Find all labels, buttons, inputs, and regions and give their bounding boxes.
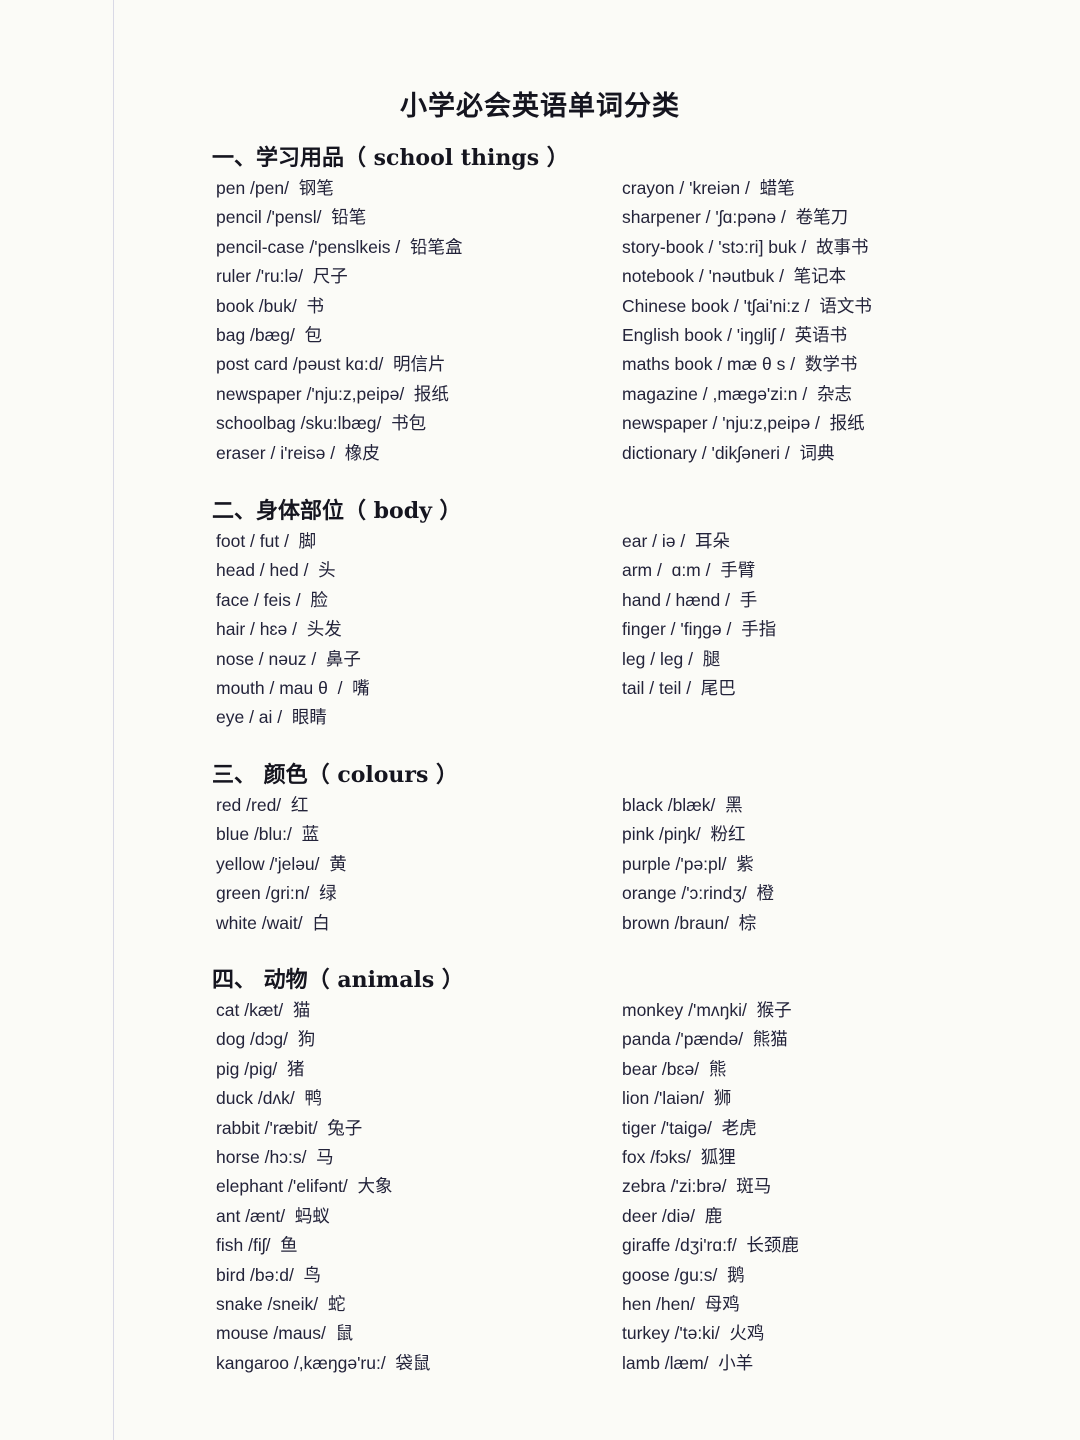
word-entry: ruler /'ru:lə/ 尺子	[216, 266, 348, 287]
word-entry: giraffe /dʒi'rɑ:f/ 长颈鹿	[622, 1235, 799, 1256]
word-entry: schoolbag /sku:lbæg/ 书包	[216, 413, 427, 434]
word-entry: fox /fɔks/ 狐狸	[622, 1147, 736, 1168]
section-column-left: red /red/ 红 blue /blu:/ 蓝 yellow /'jeləu…	[216, 791, 616, 938]
word-entry: pig /pig/ 猪	[216, 1058, 305, 1079]
word-entry: ant /ænt/ 蚂蚁	[216, 1205, 330, 1226]
page-title: 小学必会英语单词分类	[400, 91, 680, 122]
word-entry: maths book / mæ θ s / 数学书	[622, 354, 858, 375]
word-entry: newspaper /'nju:z,peipə/ 报纸	[216, 383, 449, 404]
section-column-right: crayon / 'kreiən / 蜡笔 sharpener / 'ʃɑ:pə…	[622, 174, 1022, 468]
left-margin-rule	[113, 0, 114, 1440]
word-entry: yellow /'jeləu/ 黄	[216, 853, 347, 874]
word-entry: bag /bæg/ 包	[216, 325, 323, 346]
word-entry: pen /pen/ 钢笔	[216, 178, 334, 198]
word-entry: magazine / ,mægə'zi:n / 杂志	[622, 383, 852, 404]
word-entry: duck /dʌk/ 鸭	[216, 1088, 323, 1109]
word-entry: red /red/ 红	[216, 795, 309, 815]
section-column-right: monkey /'mʌŋki/ 猴子 panda /'pændə/ 熊猫 bea…	[622, 996, 1022, 1378]
word-entry: lamb /læm/ 小羊	[622, 1352, 754, 1373]
word-entry: newspaper / 'nju:z,peipə / 报纸	[622, 413, 865, 434]
section-column-left: cat /kæt/ 猫 dog /dɔg/ 狗 pig /pig/ 猪 duck…	[216, 996, 616, 1378]
word-entry: lion /'laiən/ 狮	[622, 1088, 732, 1109]
word-entry: hand / hænd / 手	[622, 589, 758, 610]
word-entry: blue /blu:/ 蓝	[216, 824, 320, 845]
word-entry: nose / nəuz / 鼻子	[216, 648, 361, 669]
document-page: 小学必会英语单词分类 一、学习用品（ school things ） pen /…	[0, 0, 1080, 1440]
word-entry: rabbit /'ræbit/ 兔子	[216, 1117, 363, 1138]
word-entry: cat /kæt/ 猫	[216, 1000, 311, 1020]
word-entry: story-book / 'stɔ:ri] buk / 故事书	[622, 236, 869, 257]
word-entry: goose /gu:s/ 鹅	[622, 1264, 745, 1285]
section-heading: 二、身体部位（ body ）	[212, 498, 462, 524]
word-entry: purple /'pə:pl/ 紫	[622, 853, 754, 874]
word-entry: panda /'pændə/ 熊猫	[622, 1029, 788, 1050]
section-heading: 一、学习用品（ school things ）	[212, 145, 569, 171]
word-entry: mouth / mau θ / 嘴	[216, 678, 370, 699]
section-column-left: foot / fut / 脚 head / hed / 头 face / fei…	[216, 527, 616, 733]
word-entry: mouse /maus/ 鼠	[216, 1323, 354, 1344]
word-entry: monkey /'mʌŋki/ 猴子	[622, 1000, 792, 1020]
word-entry: tiger /'taigə/ 老虎	[622, 1117, 757, 1138]
word-entry: turkey /'tə:ki/ 火鸡	[622, 1323, 765, 1344]
word-entry: bear /bɛə/ 熊	[622, 1058, 727, 1079]
word-entry: deer /diə/ 鹿	[622, 1205, 723, 1226]
word-entry: bird /bə:d/ 鸟	[216, 1264, 322, 1285]
word-entry: notebook / 'nəutbuk / 笔记本	[622, 266, 847, 287]
word-entry: orange /'ɔ:rindʒ/ 橙	[622, 883, 774, 904]
word-entry: arm / ɑ:m / 手臂	[622, 560, 756, 581]
word-entry: green /gri:n/ 绿	[216, 883, 337, 904]
section-column-right: black /blæk/ 黑 pink /piŋk/ 粉红 purple /'p…	[622, 791, 1022, 938]
word-entry: eye / ai / 眼睛	[216, 707, 327, 728]
word-entry: dictionary / 'dikʃəneri / 词典	[622, 442, 835, 463]
word-entry: pencil-case /'penslkeis / 铅笔盒	[216, 236, 463, 257]
word-entry: eraser / i'reisə / 橡皮	[216, 442, 380, 463]
word-entry: tail / teil / 尾巴	[622, 678, 736, 699]
section-heading: 三、 颜色（ colours ）	[212, 762, 459, 788]
word-entry: sharpener / 'ʃɑ:pənə / 卷笔刀	[622, 207, 849, 228]
word-entry: pink /piŋk/ 粉红	[622, 824, 746, 845]
section-heading: 四、 动物（ animals ）	[212, 967, 464, 993]
word-entry: head / hed / 头	[216, 560, 336, 581]
word-entry: fish /fiʃ/ 鱼	[216, 1235, 298, 1256]
word-entry: foot / fut / 脚	[216, 531, 317, 551]
word-entry: brown /braun/ 棕	[622, 912, 757, 933]
word-entry: pencil /'pensl/ 铅笔	[216, 207, 367, 228]
word-entry: crayon / 'kreiən / 蜡笔	[622, 178, 795, 198]
section-column-right: ear / iə / 耳朵 arm / ɑ:m / 手臂 hand / hænd…	[622, 527, 1022, 703]
word-entry: elephant /'elifənt/ 大象	[216, 1176, 393, 1197]
word-entry: Chinese book / 'tʃai'ni:z / 语文书	[622, 295, 872, 316]
word-entry: finger / 'fiŋgə / 手指	[622, 619, 777, 640]
word-entry: dog /dɔg/ 狗	[216, 1029, 316, 1050]
word-entry: white /wait/ 白	[216, 912, 330, 933]
word-entry: black /blæk/ 黑	[622, 795, 743, 815]
word-entry: ear / iə / 耳朵	[622, 531, 730, 551]
word-entry: snake /sneik/ 蛇	[216, 1294, 346, 1315]
word-entry: hen /hen/ 母鸡	[622, 1294, 740, 1315]
word-entry: kangaroo /,kæŋgə'ru:/ 袋鼠	[216, 1352, 431, 1373]
word-entry: hair / hɛə / 头发	[216, 619, 342, 640]
word-entry: face / feis / 脸	[216, 589, 328, 610]
word-entry: zebra /'zi:brə/ 斑马	[622, 1176, 772, 1197]
word-entry: leg / leg / 腿	[622, 648, 721, 669]
word-entry: book /buk/ 书	[216, 295, 324, 316]
word-entry: post card /pəust kɑ:d/ 明信片	[216, 354, 446, 375]
section-column-left: pen /pen/ 钢笔 pencil /'pensl/ 铅笔 pencil-c…	[216, 174, 616, 468]
word-entry: horse /hɔ:s/ 马	[216, 1147, 334, 1168]
word-entry: English book / 'iŋgliʃ / 英语书	[622, 325, 848, 346]
